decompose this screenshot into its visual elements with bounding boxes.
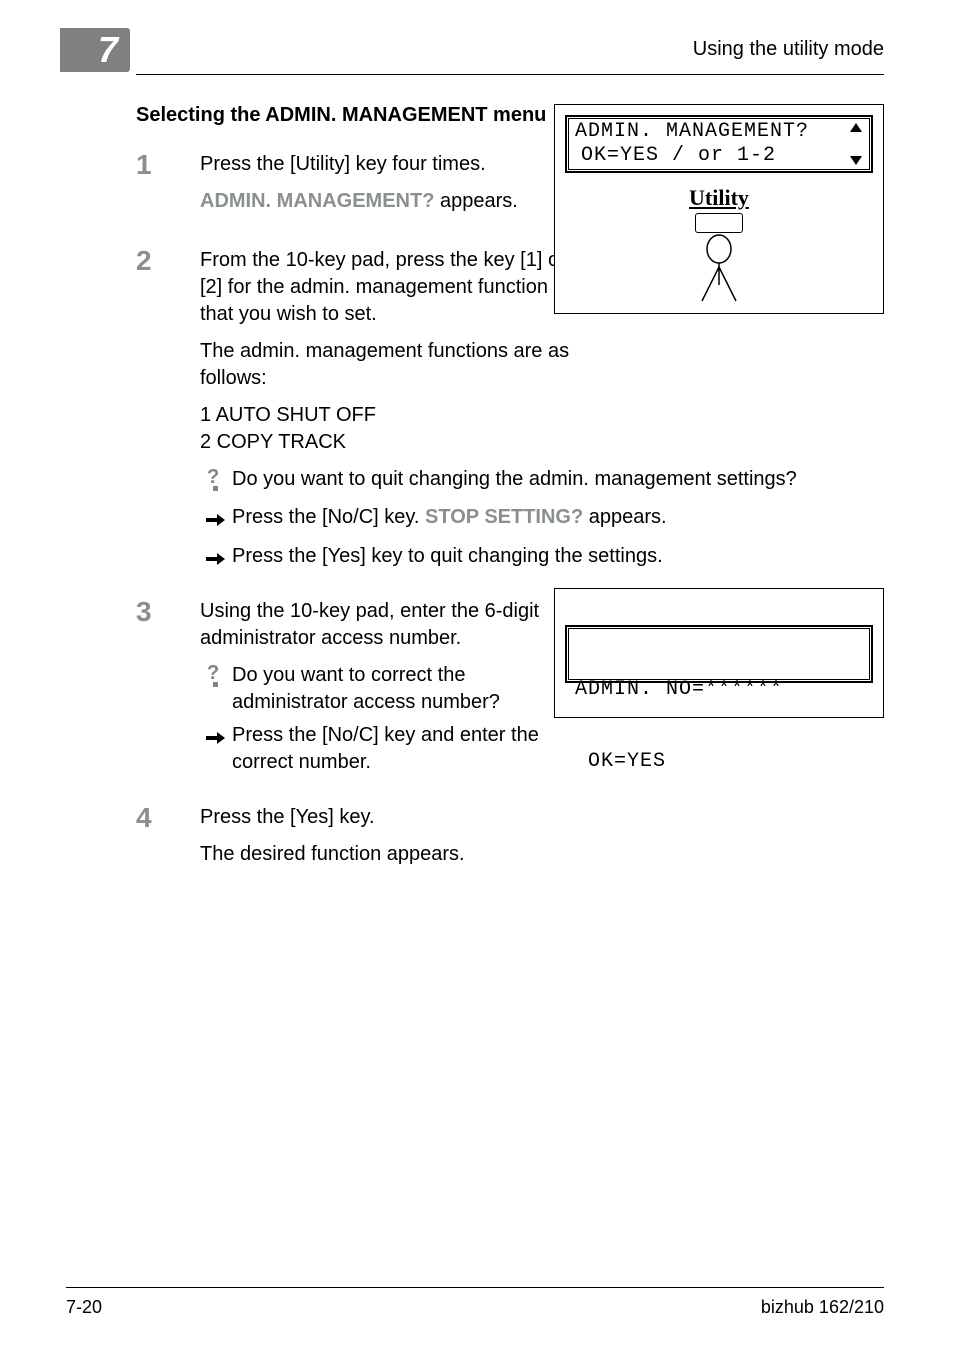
arrow-icon (206, 731, 226, 745)
chapter-tab: 7 (60, 28, 130, 72)
qa-text: Press the [Yes] key to quit changing the… (232, 543, 884, 570)
step-text: The admin. management functions are as f… (200, 338, 580, 392)
content-area: Selecting the ADMIN. MANAGEMENT menu ADM… (136, 104, 884, 900)
figure-utility-panel: ADMIN. MANAGEMENT? OK=YES / or 1-2 Utili… (554, 104, 884, 314)
step-result: ADMIN. MANAGEMENT? appears. (200, 188, 580, 215)
finger-press-icon (694, 233, 744, 303)
qa-text: Press the [No/C] key and enter the corre… (232, 722, 580, 776)
qa-answer: Press the [No/C] key. STOP SETTING? appe… (200, 504, 884, 531)
result-suffix: appears. (434, 190, 517, 212)
chapter-number: 7 (98, 29, 118, 71)
qa-question: Do you want to correct the administrator… (200, 662, 580, 716)
lcd-line-1: ADMIN. MANAGEMENT? (575, 120, 865, 144)
qa-text: Do you want to correct the administrator… (232, 662, 580, 716)
result-highlight: ADMIN. MANAGEMENT? (200, 190, 434, 212)
qa-answer: Press the [No/C] key and enter the corre… (200, 722, 580, 776)
step-number: 2 (136, 247, 200, 275)
lcd-display: ADMIN. NO=****** OK=YES (565, 625, 873, 683)
arrow-icon (206, 513, 226, 527)
question-icon (207, 466, 225, 490)
step-text: Using the 10-key pad, enter the 6-digit … (200, 598, 580, 652)
step-text: 1 AUTO SHUT OFF (200, 402, 580, 429)
step-number: 1 (136, 151, 200, 179)
lcd-line-2: OK=YES / or 1-2 (575, 144, 865, 168)
arrow-icon (206, 552, 226, 566)
question-icon (207, 662, 225, 686)
scroll-up-icon (850, 123, 862, 132)
qa-text: Press the [No/C] key. STOP SETTING? appe… (232, 504, 884, 531)
figure-admin-no-panel: ADMIN. NO=****** OK=YES (554, 588, 884, 718)
footer-rule (66, 1287, 884, 1288)
qa-text: Do you want to quit changing the admin. … (232, 466, 884, 493)
utility-label: Utility (555, 185, 883, 211)
running-head: Using the utility mode (693, 38, 884, 61)
product-name: bizhub 162/210 (761, 1297, 884, 1318)
step-text: From the 10-key pad, press the key [1] o… (200, 247, 580, 328)
qa-question: Do you want to quit changing the admin. … (200, 466, 884, 498)
step-number: 3 (136, 598, 200, 626)
step-text: Press the [Utility] key four times. (200, 151, 580, 178)
step-number: 4 (136, 804, 200, 832)
step-text: 2 COPY TRACK (200, 429, 580, 456)
scroll-down-icon (850, 156, 862, 165)
result-highlight: STOP SETTING? (425, 506, 583, 528)
page-number: 7-20 (66, 1297, 102, 1318)
step-text: The desired function appears. (200, 841, 884, 868)
lcd-line-1: ADMIN. NO=****** (575, 678, 865, 702)
utility-key-icon (695, 213, 743, 233)
qa-answer: Press the [Yes] key to quit changing the… (200, 543, 884, 570)
header-rule (136, 74, 884, 75)
lcd-display: ADMIN. MANAGEMENT? OK=YES / or 1-2 (565, 115, 873, 173)
lcd-line-2: OK=YES (575, 750, 865, 774)
